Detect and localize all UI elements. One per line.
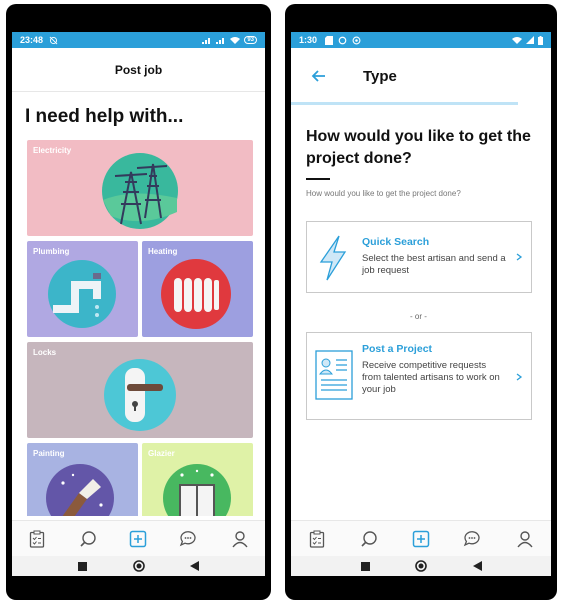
- bottom-navigation: [291, 520, 551, 556]
- door-handle-icon: [104, 359, 176, 431]
- wifi-icon: [230, 37, 241, 44]
- document-icon: [315, 350, 353, 400]
- paint-brush-icon: [46, 464, 114, 516]
- add-icon: [130, 530, 147, 547]
- nav-search-button[interactable]: [76, 527, 100, 551]
- system-navigation-bar: [291, 556, 551, 576]
- add-icon: [412, 530, 430, 547]
- profile-icon: [232, 530, 248, 547]
- nav-jobs-button[interactable]: [305, 527, 329, 551]
- progress-bar: [291, 102, 518, 105]
- status-time: 1:30: [299, 35, 318, 45]
- category-label: Electricity: [33, 146, 72, 155]
- page-title: Post job: [114, 62, 163, 77]
- bottom-navigation: [12, 520, 265, 556]
- category-tile-electricity[interactable]: Electricity: [27, 140, 253, 236]
- chat-icon: [463, 530, 480, 546]
- option-title: Post a Project: [362, 343, 433, 355]
- nav-post-button[interactable]: [409, 527, 433, 551]
- triangle-back-icon: [472, 561, 482, 571]
- category-tile-heating[interactable]: Heating: [142, 241, 253, 337]
- phone-left: 23:48 93 Post job I need help with... El…: [6, 4, 271, 600]
- alarm-off-icon: [49, 36, 58, 44]
- nav-messages-button[interactable]: [461, 527, 485, 551]
- category-label: Painting: [33, 449, 65, 458]
- status-bar: 23:48 93: [12, 32, 265, 48]
- signal-icon-2: [216, 38, 225, 44]
- wifi-icon: [512, 37, 522, 44]
- phone-right: 1:30 Type How would you like to get the …: [285, 4, 557, 600]
- option-post-project[interactable]: Post a Project Receive competitive reque…: [306, 332, 532, 420]
- heading-underline: [306, 178, 330, 180]
- or-separator: - or -: [410, 312, 427, 321]
- home-button[interactable]: [132, 560, 145, 572]
- option-quick-search[interactable]: Quick Search Select the best artisan and…: [306, 221, 532, 293]
- page-header: Post job: [12, 48, 265, 92]
- category-tile-glazier[interactable]: Glazier: [142, 443, 253, 516]
- category-heading: I need help with...: [25, 106, 184, 127]
- profile-icon: [517, 530, 533, 547]
- sim-icon: [325, 35, 334, 45]
- sync-icon: [338, 36, 347, 44]
- post-job-screen: 23:48 93 Post job I need help with... El…: [12, 32, 265, 576]
- back-system-button[interactable]: [471, 560, 483, 572]
- triangle-back-icon: [190, 561, 199, 571]
- nav-search-button[interactable]: [357, 527, 381, 551]
- question-subtitle: How would you like to get the project do…: [306, 189, 461, 198]
- circle-icon: [132, 560, 145, 572]
- system-navigation-bar: [12, 556, 265, 576]
- category-label: Glazier: [148, 449, 175, 458]
- clipboard-icon: [30, 530, 45, 548]
- home-button[interactable]: [415, 560, 427, 572]
- battery-indicator: 93: [244, 36, 257, 44]
- search-icon: [361, 530, 377, 547]
- battery-icon: [538, 35, 543, 45]
- recents-button[interactable]: [77, 560, 89, 572]
- option-description: Receive competitive requests from talent…: [362, 360, 500, 395]
- back-system-button[interactable]: [189, 560, 201, 572]
- category-label: Heating: [148, 247, 178, 256]
- chevron-right-icon: [516, 373, 523, 381]
- page-title: Type: [363, 68, 397, 85]
- chat-icon: [179, 530, 196, 546]
- power-tower-icon: [102, 153, 178, 229]
- question-heading: How would you like to get the project do…: [306, 128, 531, 167]
- category-label: Locks: [33, 348, 57, 357]
- lightning-icon: [319, 235, 347, 281]
- page-header: Type: [291, 48, 551, 102]
- nav-messages-button[interactable]: [177, 527, 201, 551]
- at-icon: [352, 36, 361, 44]
- status-time: 23:48: [20, 35, 44, 45]
- category-label: Plumbing: [33, 247, 70, 256]
- circle-icon: [415, 560, 427, 572]
- nav-profile-button[interactable]: [228, 527, 252, 551]
- option-description: Select the best artisan and send a job r…: [362, 253, 506, 276]
- square-icon: [78, 561, 87, 571]
- category-tile-painting[interactable]: Painting: [27, 443, 138, 516]
- nav-jobs-button[interactable]: [25, 527, 49, 551]
- arrow-left-icon: [311, 70, 325, 82]
- square-icon: [360, 561, 370, 571]
- chevron-right-icon: [516, 253, 523, 261]
- category-grid: Electricity Plumbing Heating Locks Paint…: [27, 140, 253, 516]
- type-selection-screen: 1:30 Type How would you like to get the …: [291, 32, 551, 576]
- category-tile-locks[interactable]: Locks: [27, 342, 253, 438]
- window-icon: [163, 464, 231, 516]
- back-button[interactable]: [309, 66, 329, 86]
- status-bar: 1:30: [291, 32, 551, 48]
- recents-button[interactable]: [359, 560, 371, 572]
- nav-post-button[interactable]: [126, 527, 150, 551]
- signal-icon: [202, 38, 211, 44]
- radiator-icon: [161, 259, 231, 329]
- pipe-icon: [48, 260, 116, 328]
- signal-icon: [526, 36, 534, 44]
- category-tile-plumbing[interactable]: Plumbing: [27, 241, 138, 337]
- option-title: Quick Search: [362, 236, 430, 248]
- search-icon: [80, 530, 96, 547]
- nav-profile-button[interactable]: [513, 527, 537, 551]
- clipboard-icon: [309, 530, 325, 548]
